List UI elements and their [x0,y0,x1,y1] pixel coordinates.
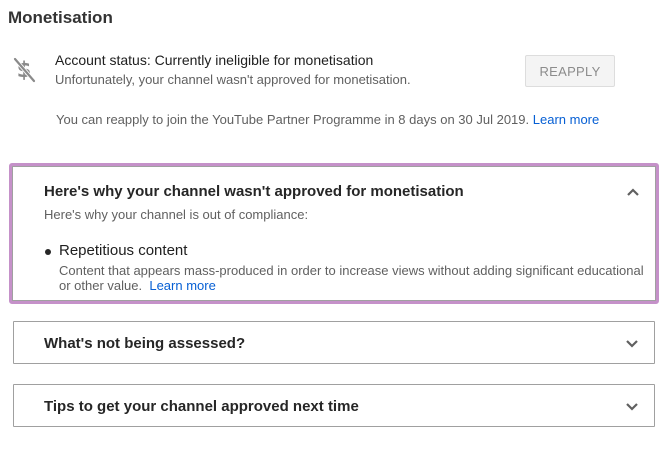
reason-title: Repetitious content [59,242,188,259]
reason-description: Content that appears mass-produced in or… [59,263,657,293]
not-assessed-panel-title: What's not being assessed? [44,335,246,352]
not-approved-panel-description: Here's why your channel is out of compli… [44,207,309,222]
reapply-button[interactable]: REAPPLY [525,55,615,87]
chevron-up-icon[interactable] [626,187,640,197]
no-money-icon: $ [13,57,36,83]
page-title: Monetisation [8,8,113,27]
chevron-down-icon[interactable] [625,402,639,412]
reapply-learn-more-link[interactable]: Learn more [533,112,599,127]
bullet-icon [45,249,51,255]
not-assessed-panel[interactable]: What's not being assessed? [13,321,655,364]
chevron-down-icon[interactable] [625,339,639,349]
tips-panel-title: Tips to get your channel approved next t… [44,398,359,415]
not-approved-panel-title[interactable]: Here's why your channel wasn't approved … [44,183,464,200]
reason-learn-more-link[interactable]: Learn more [149,278,215,293]
monetisation-page: Monetisation $ Account status: Currently… [0,0,669,449]
reason-description-text: Content that appears mass-produced in or… [59,263,644,293]
account-status-heading: Account status: Currently ineligible for… [55,52,374,68]
not-approved-panel-inner: Here's why your channel wasn't approved … [12,166,656,301]
reapply-note: You can reapply to join the YouTube Part… [56,112,599,127]
account-status-subtext: Unfortunately, your channel wasn't appro… [55,72,411,87]
not-approved-panel: Here's why your channel wasn't approved … [9,163,659,304]
tips-panel[interactable]: Tips to get your channel approved next t… [13,384,655,427]
reapply-note-text: You can reapply to join the YouTube Part… [56,112,530,127]
